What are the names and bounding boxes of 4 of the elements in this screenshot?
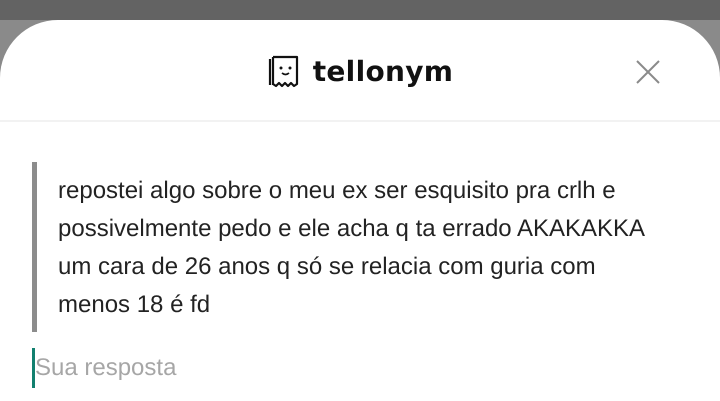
- logo-icon: [266, 54, 301, 88]
- tell-text: repostei algo sobre o meu ex ser esquisito pra crlh e possivelmente pedo e ele acha q ta errado AKAKAKKA um cara de 26 anos q só se relacia com guria com menos 18 é fd: [58, 176, 646, 320]
- logo-text: tellonym: [312, 54, 454, 88]
- close-button[interactable]: [634, 58, 662, 86]
